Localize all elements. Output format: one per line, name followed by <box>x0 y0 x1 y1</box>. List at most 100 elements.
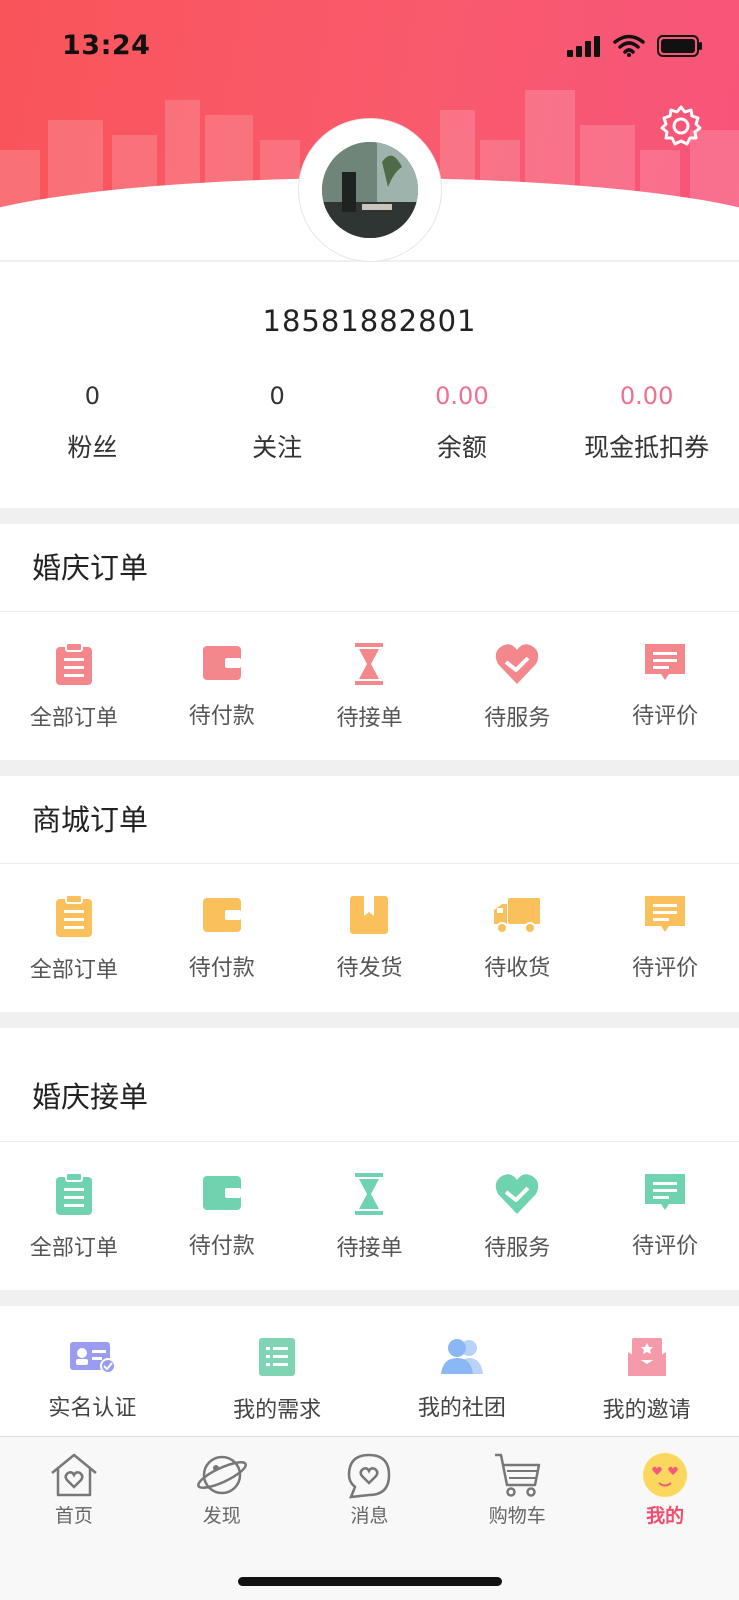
comment-icon <box>645 644 686 680</box>
tab-mine[interactable]: 我的 <box>591 1451 739 1528</box>
profile-card: 18581882801 0 粉丝 0 关注 0.00 余额 0.00 现金抵扣券 <box>0 262 739 508</box>
order-pending-accept-button[interactable]: 待接单 <box>296 642 444 732</box>
real-name-verification-button[interactable]: 实名认证 <box>0 1306 185 1436</box>
stat-following[interactable]: 0 关注 <box>185 382 370 464</box>
hourglass-icon <box>355 1173 384 1215</box>
clipboard-icon <box>55 642 92 685</box>
accept-order-pending-payment-button[interactable]: 待付款 <box>148 1172 296 1262</box>
status-time: 13:24 <box>62 30 151 61</box>
settings-gear-icon[interactable] <box>659 104 703 148</box>
stat-cash-voucher[interactable]: 0.00 现金抵扣券 <box>554 382 739 464</box>
icon-row: 全部订单 待付款 待接单 待服务 待评价 <box>0 612 739 732</box>
my-invitations-button[interactable]: 我的邀请 <box>554 1306 739 1436</box>
tab-label: 我的 <box>646 1505 685 1527</box>
icon-row: 全部订单 待付款 待发货 待收货 待评价 <box>0 864 739 984</box>
section-title: 商城订单 <box>0 776 739 864</box>
tab-label: 首页 <box>54 1505 93 1527</box>
emoji-face-icon <box>643 1453 688 1497</box>
wedding-orders-section: 婚庆订单 全部订单 待付款 待接单 待服务 待评价 <box>0 524 739 760</box>
message-icon <box>348 1453 391 1499</box>
icon-label: 待付款 <box>188 956 255 981</box>
truck-icon <box>494 898 541 934</box>
tab-label: 消息 <box>350 1505 389 1527</box>
order-pending-service-button[interactable]: 待服务 <box>443 642 591 732</box>
icon-label: 待付款 <box>188 704 255 729</box>
stat-label: 粉丝 <box>67 433 118 462</box>
wedding-accept-section: 婚庆接单 全部订单 待付款 待接单 待服务 待评价 <box>0 1028 739 1290</box>
my-groups-button[interactable]: 我的社团 <box>370 1306 555 1436</box>
wallet-icon <box>202 1176 241 1210</box>
handshake-heart-icon <box>496 644 539 684</box>
stat-label: 关注 <box>252 433 303 462</box>
invitation-icon <box>627 1338 666 1376</box>
tool-label: 实名认证 <box>48 1396 137 1421</box>
icon-row: 全部订单 待付款 待接单 待服务 待评价 <box>0 1142 739 1262</box>
hourglass-icon <box>355 643 384 685</box>
tools-row: 实名认证 我的需求 我的社团 我的邀请 <box>0 1306 739 1436</box>
stat-balance[interactable]: 0.00 余额 <box>370 382 555 464</box>
comment-icon <box>645 896 686 932</box>
mall-order-pending-receipt-button[interactable]: 待收货 <box>443 894 591 984</box>
cart-icon <box>495 1453 541 1497</box>
wifi-icon <box>613 34 645 57</box>
avatar-frame[interactable] <box>298 118 442 262</box>
stat-fans[interactable]: 0 粉丝 <box>0 382 185 464</box>
clipboard-icon <box>55 1172 92 1215</box>
mall-order-pending-shipment-button[interactable]: 待发货 <box>296 894 444 984</box>
stat-value: 0 <box>269 382 285 410</box>
icon-label: 待服务 <box>484 1236 551 1261</box>
id-card-icon <box>70 1342 117 1374</box>
stat-value: 0 <box>84 382 101 410</box>
stats-row: 0 粉丝 0 关注 0.00 余额 0.00 现金抵扣券 <box>0 382 739 464</box>
icon-label: 待评价 <box>632 1234 699 1259</box>
tool-label: 我的社团 <box>417 1396 506 1421</box>
order-all-button[interactable]: 全部订单 <box>0 642 148 732</box>
status-bar: 13:24 <box>0 0 739 90</box>
mall-order-all-button[interactable]: 全部订单 <box>0 894 148 984</box>
planet-icon <box>196 1455 247 1495</box>
wallet-icon <box>202 898 241 932</box>
tab-label: 发现 <box>202 1505 241 1527</box>
icon-label: 全部订单 <box>29 706 118 731</box>
handshake-heart-icon <box>496 1174 539 1214</box>
icon-label: 待评价 <box>632 956 699 981</box>
section-title: 婚庆订单 <box>0 524 739 612</box>
accept-order-all-button[interactable]: 全部订单 <box>0 1172 148 1262</box>
home-indicator[interactable] <box>238 1577 502 1586</box>
list-icon <box>259 1338 296 1376</box>
icon-label: 全部订单 <box>29 1236 118 1261</box>
mall-order-pending-review-button[interactable]: 待评价 <box>591 894 739 984</box>
battery-icon <box>657 35 702 57</box>
tool-label: 我的需求 <box>233 1398 322 1423</box>
my-requirements-button[interactable]: 我的需求 <box>185 1306 370 1436</box>
accept-order-pending-accept-button[interactable]: 待接单 <box>296 1172 444 1262</box>
box-icon <box>350 896 389 934</box>
tab-discover[interactable]: 发现 <box>148 1451 296 1528</box>
avatar[interactable] <box>322 142 418 238</box>
mall-orders-section: 商城订单 全部订单 待付款 待发货 待收货 待评价 <box>0 776 739 1012</box>
icon-label: 待付款 <box>188 1234 255 1259</box>
icon-label: 待收货 <box>484 956 551 981</box>
accept-order-pending-review-button[interactable]: 待评价 <box>591 1172 739 1262</box>
tab-messages[interactable]: 消息 <box>296 1451 444 1528</box>
order-pending-review-button[interactable]: 待评价 <box>591 642 739 732</box>
icon-label: 待接单 <box>336 1236 403 1261</box>
stat-value: 0.00 <box>435 382 489 410</box>
home-icon <box>51 1453 97 1497</box>
avatar-photo <box>322 142 418 238</box>
signal-icon <box>567 36 600 57</box>
order-pending-payment-button[interactable]: 待付款 <box>148 642 296 732</box>
icon-label: 全部订单 <box>29 958 118 983</box>
tab-home[interactable]: 首页 <box>0 1451 148 1528</box>
stat-label: 现金抵扣券 <box>584 433 710 462</box>
accept-order-pending-service-button[interactable]: 待服务 <box>443 1172 591 1262</box>
wallet-icon <box>202 646 241 680</box>
group-icon <box>440 1339 483 1374</box>
tool-label: 我的邀请 <box>602 1398 691 1423</box>
tab-cart[interactable]: 购物车 <box>443 1451 591 1528</box>
icon-label: 待发货 <box>336 956 403 981</box>
mall-order-pending-payment-button[interactable]: 待付款 <box>148 894 296 984</box>
user-phone: 18581882801 <box>262 304 477 338</box>
icon-label: 待服务 <box>484 706 551 731</box>
comment-icon <box>645 1174 686 1210</box>
